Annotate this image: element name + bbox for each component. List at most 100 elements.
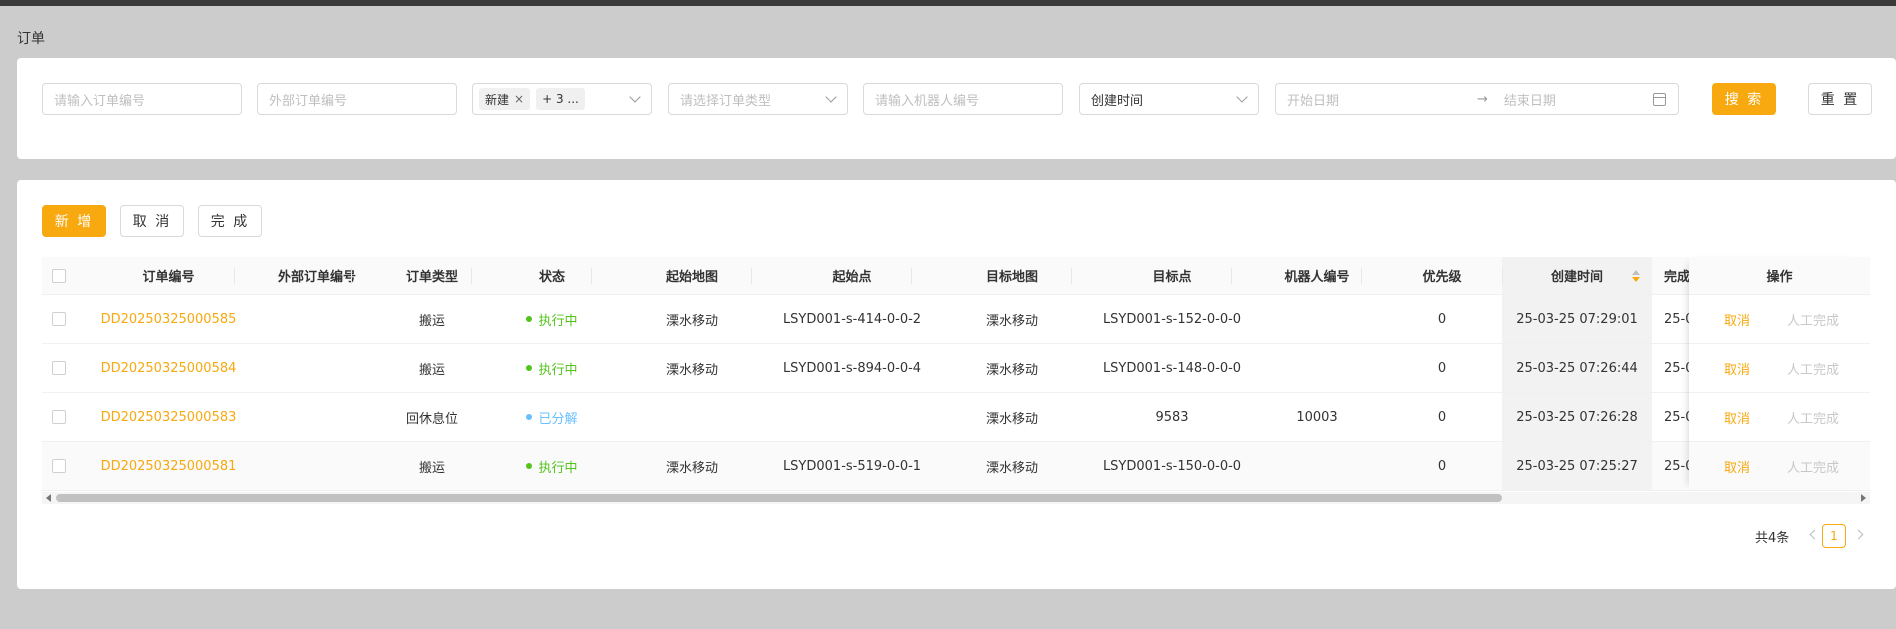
- table-body: DD20250325000585 搬运 执行中 溧水移动 LSYD001-s-414-0…: [42, 295, 1870, 491]
- row-actions: 取消 人工完成: [1689, 442, 1870, 490]
- row-manual-complete-link[interactable]: 人工完成: [1787, 457, 1839, 476]
- order-no-link[interactable]: DD20250325000583: [75, 393, 262, 441]
- status-tag: 新建 ×: [479, 88, 531, 110]
- order-type-select[interactable]: 请选择订单类型: [668, 83, 848, 115]
- order-no-link[interactable]: DD20250325000581: [75, 442, 262, 490]
- start-map-cell: [612, 393, 772, 441]
- external-no-cell: [262, 442, 372, 490]
- select-all-checkbox[interactable]: [51, 268, 66, 283]
- target-map-cell: 溧水移动: [985, 460, 1038, 476]
- start-date-input[interactable]: 开始日期: [1287, 90, 1339, 109]
- end-date-input[interactable]: 结束日期: [1504, 90, 1556, 109]
- scroll-right-icon[interactable]: [1861, 494, 1866, 502]
- sort-icon[interactable]: [1632, 270, 1640, 282]
- row-checkbox[interactable]: [51, 312, 66, 326]
- order-no-input[interactable]: 请输入订单编号: [42, 83, 242, 115]
- start-map-cell: 溧水移动: [665, 313, 718, 329]
- prev-page-icon[interactable]: [1809, 529, 1820, 540]
- filter-panel: 请输入订单编号 外部订单编号 新建 × + 3 ... 请选择订单类型 请输入机…: [17, 58, 1896, 159]
- time-field-select[interactable]: 创建时间: [1079, 83, 1259, 115]
- col-external-no: 外部订单编号: [277, 270, 356, 285]
- target-point-cell: LSYD001-s-148-0-0-0: [1102, 360, 1242, 376]
- col-order-type: 订单类型: [405, 270, 458, 285]
- page-1-button[interactable]: 1: [1822, 524, 1846, 548]
- status-cell: 已分解: [492, 393, 612, 441]
- row-checkbox[interactable]: [51, 361, 66, 375]
- scroll-thumb[interactable]: [56, 494, 1502, 502]
- row-select-cell: [42, 442, 75, 490]
- row-manual-complete-link[interactable]: 人工完成: [1787, 408, 1839, 427]
- status-more-tag: + 3 ...: [536, 88, 585, 110]
- created-time-cell: 25-03-25 07:25:27: [1502, 442, 1652, 490]
- external-no-cell: [262, 295, 372, 343]
- robot-no-cell: 10003: [1296, 409, 1338, 425]
- chevron-down-icon: [1236, 91, 1248, 103]
- reset-button[interactable]: 重 置: [1808, 83, 1872, 115]
- robot-no-input[interactable]: 请输入机器人编号: [863, 83, 1063, 115]
- created-time-cell: 25-03-25 07:26:44: [1502, 344, 1652, 392]
- status-badge: 已分解: [526, 408, 578, 427]
- row-actions: 取消 人工完成: [1689, 344, 1870, 392]
- finished-time-cell: 25-03-: [1664, 360, 1689, 376]
- top-bar: [0, 0, 1896, 6]
- start-point-cell: LSYD001-s-414-0-0-2: [782, 311, 922, 327]
- created-time-cell: 25-03-25 07:29:01: [1502, 295, 1652, 343]
- external-no-cell: [262, 344, 372, 392]
- date-separator-icon: →: [1477, 91, 1488, 107]
- status-badge: 执行中: [526, 310, 578, 329]
- start-point-cell: LSYD001-s-519-0-0-1: [782, 458, 922, 474]
- row-manual-complete-link[interactable]: 人工完成: [1787, 359, 1839, 378]
- col-finished: 完成: [1664, 270, 1689, 285]
- complete-button[interactable]: 完 成: [198, 205, 262, 237]
- order-type-cell: 搬运: [418, 362, 445, 378]
- orders-panel: 新 增 取 消 完 成 订单编号 外部订单编号 订单类型 状态 起始地图 起始点…: [17, 180, 1896, 589]
- row-select-cell: [42, 295, 75, 343]
- finished-time-cell: 25-03-: [1664, 458, 1689, 474]
- row-actions: 取消 人工完成: [1689, 393, 1870, 441]
- target-point-cell: LSYD001-s-150-0-0-0: [1102, 458, 1242, 474]
- select-all-cell: [42, 257, 75, 294]
- start-map-cell: 溧水移动: [665, 362, 718, 378]
- status-dot-icon: [526, 316, 533, 322]
- tag-close-icon[interactable]: ×: [514, 92, 524, 106]
- status-dot-icon: [526, 414, 533, 420]
- calendar-icon: [1653, 93, 1666, 106]
- row-checkbox[interactable]: [51, 459, 66, 473]
- table-header: 订单编号 外部订单编号 订单类型 状态 起始地图 起始点 目标地图 目标点 机器…: [42, 257, 1870, 295]
- target-point-cell: 9583: [1155, 409, 1189, 425]
- table-row: DD20250325000583 回休息位 已分解 溧水移动 9583 10003 0 25-…: [42, 393, 1870, 442]
- row-cancel-link[interactable]: 取消: [1724, 359, 1750, 378]
- next-page-icon[interactable]: [1853, 529, 1864, 540]
- table-row: DD20250325000581 搬运 执行中 溧水移动 LSYD001-s-519-0…: [42, 442, 1870, 491]
- target-map-cell: 溧水移动: [985, 411, 1038, 427]
- external-order-input[interactable]: 外部订单编号: [257, 83, 457, 115]
- row-cancel-link[interactable]: 取消: [1724, 310, 1750, 329]
- start-point-cell: LSYD001-s-894-0-0-4: [782, 360, 922, 376]
- priority-cell: 0: [1437, 311, 1447, 327]
- start-point-cell: [772, 393, 932, 441]
- status-select[interactable]: 新建 × + 3 ...: [472, 83, 652, 115]
- search-button[interactable]: 搜 索: [1712, 83, 1776, 115]
- row-actions: 取消 人工完成: [1689, 295, 1870, 343]
- col-actions: 操作: [1689, 257, 1870, 294]
- col-created-time[interactable]: 创建时间: [1502, 257, 1652, 294]
- order-no-link[interactable]: DD20250325000584: [75, 344, 262, 392]
- row-cancel-link[interactable]: 取消: [1724, 457, 1750, 476]
- target-map-cell: 溧水移动: [985, 362, 1038, 378]
- row-checkbox[interactable]: [51, 410, 66, 424]
- created-time-cell: 25-03-25 07:26:28: [1502, 393, 1652, 441]
- pagination-total: 共4条: [1755, 531, 1790, 546]
- order-no-link[interactable]: DD20250325000585: [75, 295, 262, 343]
- chevron-down-icon: [629, 91, 641, 103]
- horizontal-scrollbar[interactable]: [42, 492, 1870, 504]
- row-manual-complete-link[interactable]: 人工完成: [1787, 310, 1839, 329]
- add-button[interactable]: 新 增: [42, 205, 106, 237]
- row-cancel-link[interactable]: 取消: [1724, 408, 1750, 427]
- status-dot-icon: [526, 463, 533, 469]
- status-cell: 执行中: [492, 442, 612, 490]
- finished-time-cell: 25-03-: [1664, 311, 1689, 327]
- col-robot-no: 机器人编号: [1284, 270, 1350, 285]
- date-range-picker[interactable]: 开始日期 → 结束日期: [1275, 83, 1679, 115]
- scroll-left-icon[interactable]: [46, 494, 51, 502]
- cancel-button[interactable]: 取 消: [120, 205, 184, 237]
